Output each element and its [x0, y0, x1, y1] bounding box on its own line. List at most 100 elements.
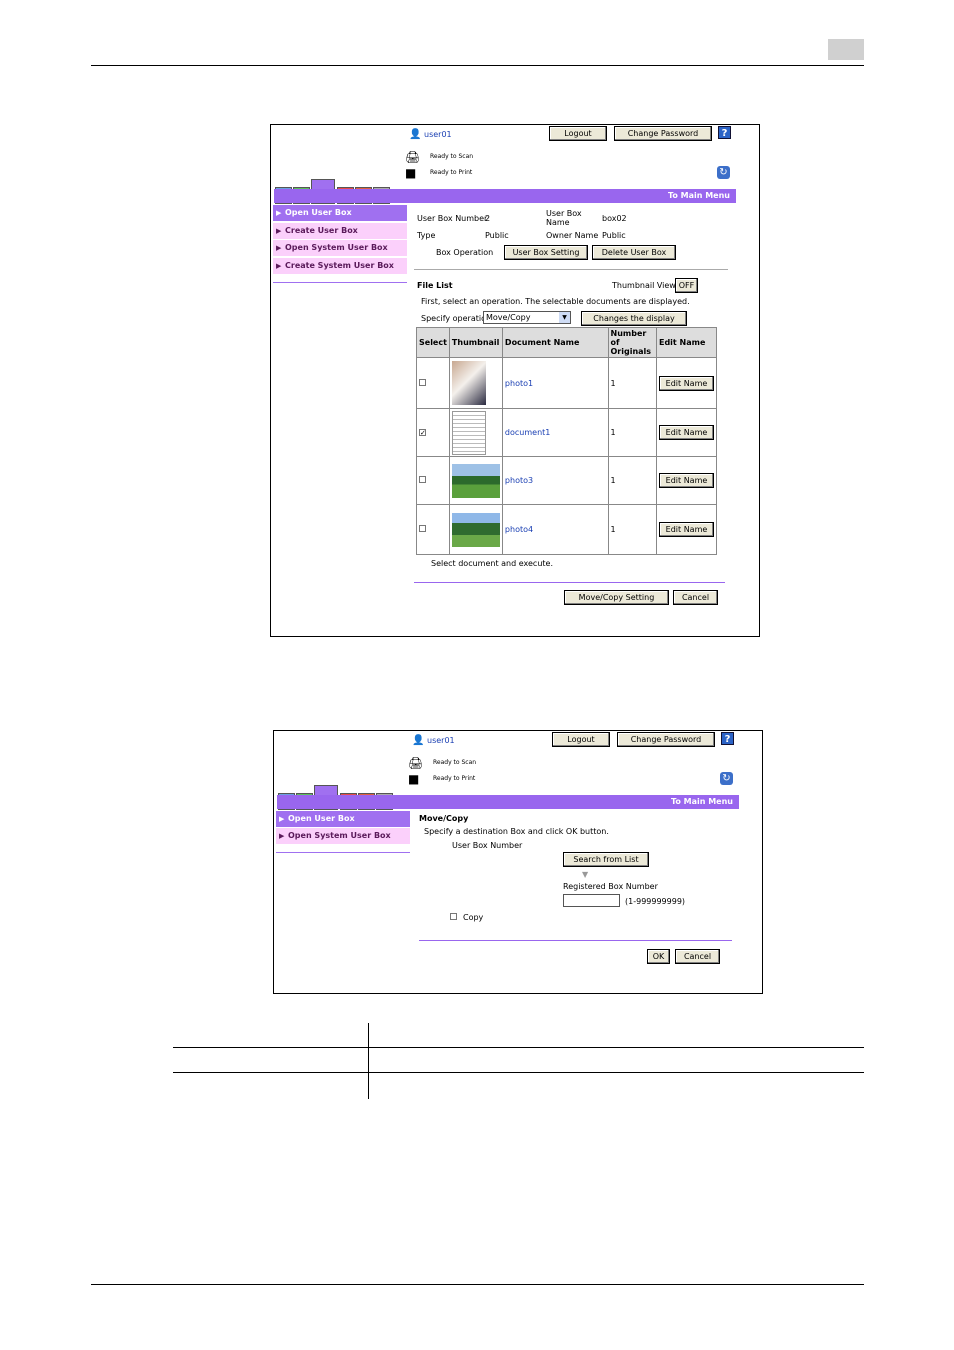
select-execute-text: Select document and execute.	[431, 559, 553, 568]
logout-button[interactable]: Logout	[549, 126, 607, 141]
table-row: photo1 1 Edit Name	[416, 357, 718, 409]
user-icon: 👤	[412, 735, 425, 746]
ok-button[interactable]: OK	[647, 949, 670, 964]
box-number-label: User Box Number	[452, 841, 523, 850]
edit-name-button[interactable]: Edit Name	[658, 473, 714, 488]
scanner-icon: 🖨	[408, 756, 424, 770]
thumbnail-view-label: Thumbnail View	[612, 281, 676, 290]
main-menu-bar: To Main Menu	[274, 189, 736, 203]
ready-scan-text: Ready to Scan	[430, 153, 474, 160]
delete-user-box-button[interactable]: Delete User Box	[592, 245, 676, 260]
document-link[interactable]: photo1	[505, 379, 533, 388]
divider	[414, 582, 725, 583]
table-row: ✓ document1 1 Edit Name	[416, 408, 718, 457]
thumbnail-image	[451, 361, 486, 405]
table-rule	[173, 1047, 864, 1048]
row-checkbox[interactable]: ✓	[419, 429, 426, 437]
row-checkbox[interactable]	[419, 525, 426, 532]
file-list-heading: File List	[417, 281, 453, 290]
copy-label: Copy	[463, 913, 484, 922]
row-checkbox[interactable]	[419, 476, 426, 483]
printer-icon: ■	[405, 166, 417, 180]
edit-name-button[interactable]: Edit Name	[658, 522, 714, 537]
search-from-list-button[interactable]: Search from List	[563, 852, 649, 867]
sidebar: ▶ Open User Box ▶ Open System User Box	[276, 811, 410, 853]
col-edit-name: Edit Name	[655, 327, 718, 358]
sidebar-item-open-user-box[interactable]: ▶ Open User Box	[276, 811, 410, 827]
header-rule	[91, 65, 864, 66]
col-thumbnail: Thumbnail	[448, 327, 503, 358]
thumbnail-image	[451, 463, 500, 498]
page-title: Move/Copy	[419, 814, 469, 823]
specify-operation-label: Specify operation	[421, 314, 492, 323]
help-icon[interactable]: ?	[721, 732, 734, 745]
refresh-icon[interactable]: ↻	[717, 166, 730, 179]
file-list-table: Select Thumbnail Document Name Number of…	[416, 327, 718, 555]
registered-box-input[interactable]	[563, 894, 620, 907]
page-number-box	[828, 39, 864, 60]
col-originals: Number of Originals	[607, 327, 657, 358]
range-text: (1-999999999)	[625, 897, 686, 906]
screenshot-file-list: 👤 user01 Logout Change Password ? 🖨 Read…	[270, 124, 760, 637]
change-display-button[interactable]: Changes the display	[581, 311, 687, 326]
printer-icon: ■	[408, 772, 420, 786]
sidebar: ▶ Open User Box ▶ Create User Box ▶ Open Sy…	[273, 205, 407, 283]
sidebar-item-open-system-user-box[interactable]: ▶ Open System User Box	[276, 828, 410, 844]
thumbnail-image	[451, 410, 486, 455]
divider	[419, 940, 732, 941]
cancel-button[interactable]: Cancel	[675, 949, 720, 964]
table-row: photo4 1 Edit Name	[416, 504, 718, 555]
registered-box-label: Registered Box Number	[563, 882, 658, 891]
refresh-icon[interactable]: ↻	[720, 772, 733, 785]
type-value: Public	[485, 231, 509, 240]
divider	[414, 269, 728, 270]
user-box-setting-button[interactable]: User Box Setting	[504, 245, 588, 260]
sidebar-item-open-system-user-box[interactable]: ▶ Open System User Box	[273, 240, 407, 256]
user-name[interactable]: user01	[424, 130, 452, 139]
box-number-label: User Box Number	[417, 214, 488, 223]
thumbnail-image	[451, 512, 500, 547]
ready-print-text: Ready to Print	[430, 169, 473, 176]
main-menu-bar: To Main Menu	[277, 795, 739, 809]
instruction-text: First, select an operation. The selectab…	[421, 297, 690, 306]
cancel-button[interactable]: Cancel	[673, 590, 718, 605]
col-document-name: Document Name	[501, 327, 609, 358]
change-password-button[interactable]: Change Password	[617, 732, 715, 747]
originals-value: 1	[607, 456, 657, 505]
scanner-icon: 🖨	[405, 150, 421, 164]
sidebar-item-open-user-box[interactable]: ▶ Open User Box	[273, 205, 407, 221]
footer-rule	[91, 1284, 864, 1285]
user-name[interactable]: user01	[427, 736, 455, 745]
chevron-down-icon[interactable]: ▼	[559, 312, 570, 323]
instruction-text: Specify a destination Box and click OK b…	[424, 827, 609, 836]
owner-label: Owner Name	[546, 231, 599, 240]
ready-print-text: Ready to Print	[433, 775, 476, 782]
row-checkbox[interactable]	[419, 378, 426, 386]
edit-name-button[interactable]: Edit Name	[658, 425, 714, 440]
move-copy-setting-button[interactable]: Move/Copy Setting	[564, 590, 669, 605]
arrow-down-icon: ▼	[582, 870, 589, 879]
to-main-menu-link[interactable]: To Main Menu	[671, 797, 733, 806]
table-rule	[173, 1072, 864, 1073]
document-link[interactable]: photo3	[505, 476, 533, 485]
help-icon[interactable]: ?	[718, 126, 731, 139]
col-select: Select	[416, 327, 450, 358]
sidebar-item-create-user-box[interactable]: ▶ Create User Box	[273, 223, 407, 239]
originals-value: 1	[607, 504, 657, 555]
logout-button[interactable]: Logout	[552, 732, 610, 747]
box-number-value: 2	[485, 214, 491, 223]
edit-name-button[interactable]: Edit Name	[658, 375, 714, 391]
box-name-label: User Box Name	[546, 209, 582, 227]
document-link[interactable]: document1	[505, 428, 550, 437]
thumbnail-toggle-button[interactable]: OFF	[675, 278, 698, 293]
sidebar-item-create-system-user-box[interactable]: ▶ Create System User Box	[273, 258, 407, 274]
user-icon: 👤	[409, 129, 422, 140]
copy-checkbox[interactable]	[450, 913, 457, 920]
change-password-button[interactable]: Change Password	[614, 126, 712, 141]
operation-select[interactable]: Move/Copy ▼	[483, 311, 571, 324]
table-divider-vertical	[368, 1023, 369, 1099]
type-label: Type	[417, 231, 436, 240]
to-main-menu-link[interactable]: To Main Menu	[668, 191, 730, 200]
screenshot-move-copy: 👤 user01 Logout Change Password ? 🖨 Read…	[273, 730, 763, 994]
document-link[interactable]: photo4	[505, 525, 533, 534]
